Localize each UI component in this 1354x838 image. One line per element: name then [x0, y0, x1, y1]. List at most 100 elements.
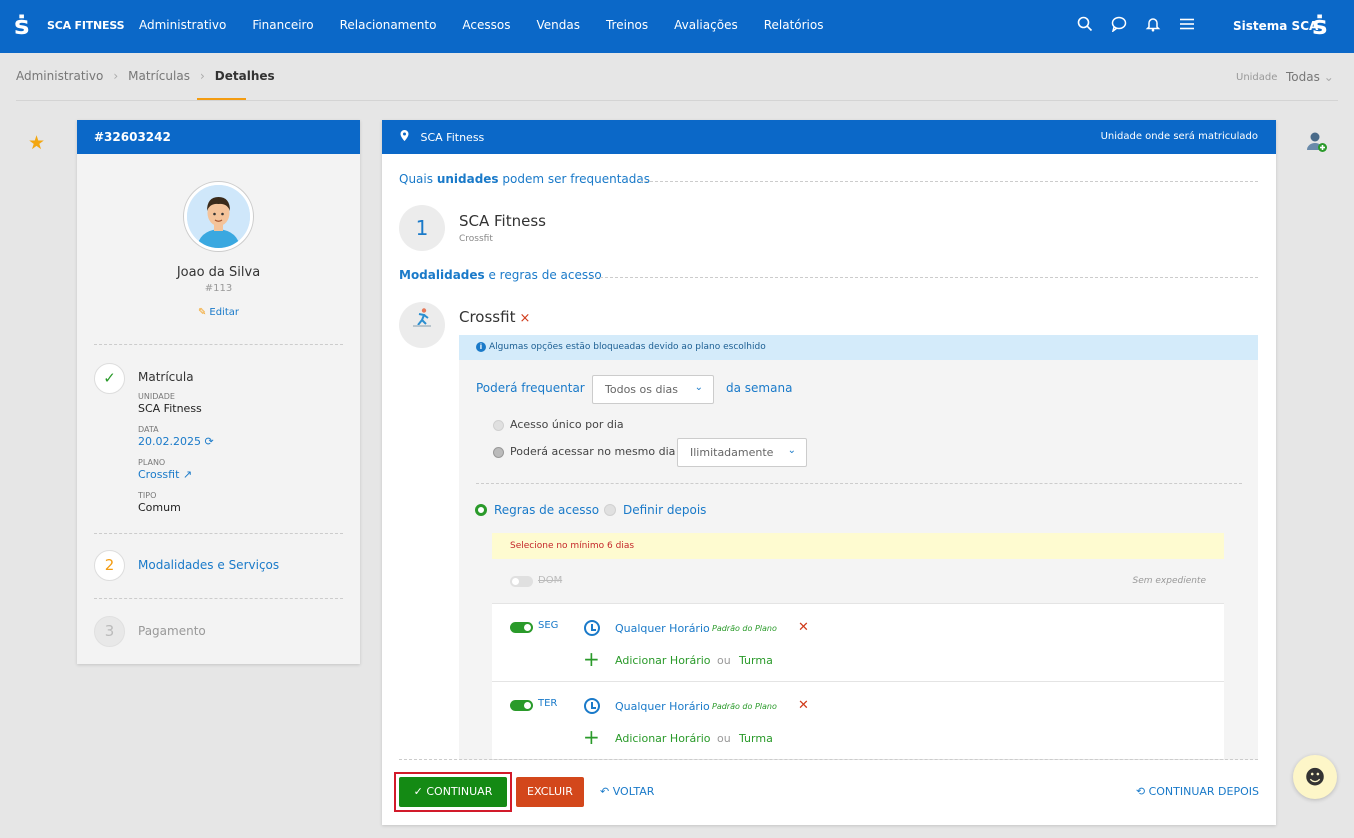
nav-item-vendas[interactable]: Vendas [536, 18, 580, 32]
continue-button[interactable]: ✓ CONTINUAR [399, 777, 507, 807]
modality-name: Crossfit [459, 308, 516, 326]
clock-icon [584, 698, 600, 714]
chevron-down-icon: ⌄ [787, 445, 796, 456]
section-line [590, 277, 1258, 278]
star-icon[interactable]: ★ [28, 132, 45, 154]
delete-button[interactable]: EXCLUIR [516, 777, 584, 807]
field-plano: PLANO Crossfit ↗ [138, 458, 192, 481]
access-limit-select[interactable]: Ilimitadamente ⌄ [677, 438, 807, 467]
toggle-ter[interactable] [510, 700, 533, 711]
radio-definir-depois[interactable] [604, 504, 616, 516]
day-label: TER [538, 698, 558, 709]
add-class-link[interactable]: Turma [739, 654, 773, 667]
section-modalities-title: Modalidades e regras de acesso [399, 268, 602, 282]
day-label: SEG [538, 620, 559, 631]
add-time-link[interactable]: Adicionar Horário [615, 732, 711, 745]
modality-title: Crossfit × [459, 308, 530, 326]
add-time-link[interactable]: Adicionar Horário [615, 654, 711, 667]
nav-item-administrativo[interactable]: Administrativo [139, 18, 226, 32]
profile-name: Joao da Silva [176, 265, 261, 280]
day-row-dom: DOM Sem expediente [492, 559, 1224, 604]
add-user-icon[interactable] [1306, 131, 1328, 158]
toggle-dom [510, 576, 533, 587]
history-icon: ⟲ [1135, 785, 1146, 798]
nav-item-treinos[interactable]: Treinos [606, 18, 648, 32]
radio-regras-acesso[interactable] [475, 504, 487, 516]
field-unidade: UNIDADE SCA Fitness [138, 392, 202, 415]
unit-number: 1 [399, 205, 445, 251]
field-key: TIPO [138, 491, 157, 500]
refresh-icon[interactable]: ⟳ [204, 435, 213, 448]
continue-later-button[interactable]: ⟲ CONTINUAR DEPOIS [1136, 785, 1259, 798]
section-line [640, 181, 1258, 182]
edit-profile-link[interactable]: ✎ Editar [77, 307, 360, 318]
bell-icon[interactable] [1136, 16, 1170, 36]
brand-name: SCA FITNESS [47, 19, 125, 32]
section-bold: unidades [436, 172, 499, 186]
day-row-ter: TER Qualquer Horário Padrão do Plano ✕ +… [492, 682, 1224, 760]
days-select-value: Todos os dias [605, 383, 678, 396]
remove-modality-icon[interactable]: × [519, 311, 530, 326]
section-text: e regras de acesso [484, 268, 602, 282]
header-right-note: Unidade onde será matriculado [1100, 131, 1258, 142]
footer-divider [399, 759, 1258, 760]
check-icon: ✓ [94, 363, 125, 394]
breadcrumb-administrativo[interactable]: Administrativo [16, 69, 103, 83]
nav-item-relacionamento[interactable]: Relacionamento [340, 18, 437, 32]
plan-link[interactable]: Crossfit ↗ [138, 468, 192, 481]
menu-icon[interactable] [1170, 16, 1204, 36]
chevron-right-icon: › [113, 69, 119, 83]
toggle-seg[interactable] [510, 622, 533, 633]
time-rule-link[interactable]: Qualquer Horário [615, 700, 710, 713]
chat-icon[interactable] [1102, 16, 1136, 36]
search-icon[interactable] [1068, 16, 1102, 36]
unit-sub: Crossfit [459, 234, 493, 244]
unidade-select[interactable]: Todas ⌄ [1286, 70, 1334, 84]
info-icon: i [476, 342, 486, 352]
radio-mesmo-dia[interactable] [493, 447, 504, 458]
logo-icon[interactable]: ṡ [14, 12, 29, 40]
step-number: 3 [94, 616, 125, 647]
days-select[interactable]: Todos os dias ⌄ [592, 375, 714, 404]
nav-item-financeiro[interactable]: Financeiro [252, 18, 313, 32]
radio-acesso-unico[interactable] [493, 420, 504, 431]
chat-support-icon[interactable]: ☻ [1293, 755, 1337, 799]
main-nav: Administrativo Financeiro Relacionamento… [126, 18, 836, 32]
nav-item-relatorios[interactable]: Relatórios [764, 18, 824, 32]
radio-regras-acesso-label: Regras de acesso [494, 503, 600, 517]
running-icon [399, 302, 445, 348]
breadcrumb-detalhes: Detalhes [214, 69, 275, 83]
step-modalidades-title[interactable]: Modalidades e Serviços [138, 558, 279, 572]
back-button[interactable]: ↶ VOLTAR [600, 785, 654, 798]
system-logo-icon[interactable]: ṡ [1312, 12, 1327, 40]
plus-icon[interactable]: + [583, 649, 600, 669]
add-class-link[interactable]: Turma [739, 732, 773, 745]
or-label: ou [717, 654, 731, 667]
remove-time-icon[interactable]: ✕ [798, 698, 809, 713]
remove-time-icon[interactable]: ✕ [798, 620, 809, 635]
unit-name: SCA Fitness [459, 212, 546, 230]
field-value: SCA Fitness [138, 402, 202, 415]
step-number: 2 [94, 550, 125, 581]
field-value: 20.02.2025 [138, 435, 201, 448]
divider [94, 533, 343, 534]
plus-icon[interactable]: + [583, 727, 600, 747]
field-value: Crossfit [138, 468, 180, 481]
step-matricula-title: Matrícula [138, 370, 194, 384]
main-card: SCA Fitness Unidade onde será matriculad… [382, 120, 1276, 825]
time-rule-link[interactable]: Qualquer Horário [615, 622, 710, 635]
step-pagamento-title: Pagamento [138, 624, 206, 638]
external-link-icon[interactable]: ↗ [183, 468, 192, 481]
day-label: DOM [538, 575, 563, 586]
edit-label: Editar [209, 307, 239, 318]
avatar [184, 182, 253, 251]
system-name[interactable]: Sistema SCA [1233, 19, 1318, 33]
breadcrumb: Administrativo › Matrículas › Detalhes [16, 69, 275, 83]
nav-item-acessos[interactable]: Acessos [462, 18, 510, 32]
date-link[interactable]: 20.02.2025 ⟳ [138, 435, 214, 448]
breadcrumb-matriculas[interactable]: Matrículas [128, 69, 190, 83]
nav-item-avaliacoes[interactable]: Avaliações [674, 18, 738, 32]
or-label: ou [717, 732, 731, 745]
plan-default-tag: Padrão do Plano [712, 624, 777, 633]
warning-bar: Selecione no mínimo 6 dias [492, 533, 1224, 559]
